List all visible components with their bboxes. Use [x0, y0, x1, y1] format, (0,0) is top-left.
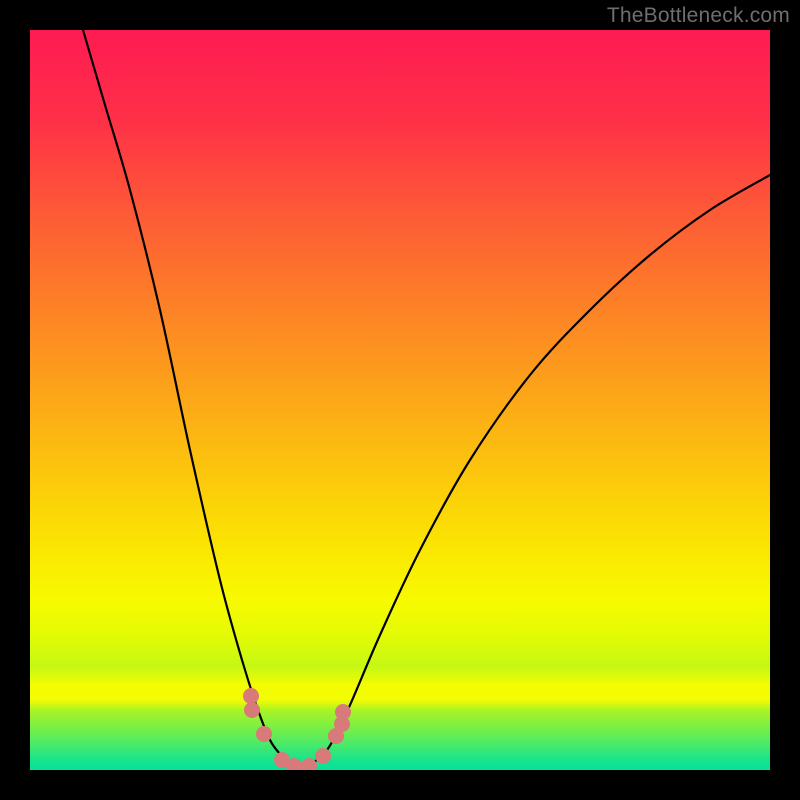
data-marker — [244, 702, 260, 718]
data-marker — [243, 688, 259, 704]
curve-path — [83, 30, 770, 767]
data-marker — [315, 748, 331, 764]
bottleneck-curve — [30, 30, 770, 770]
data-marker — [335, 704, 351, 720]
marker-group — [243, 688, 351, 770]
chart-frame: TheBottleneck.com — [0, 0, 800, 800]
plot-area — [30, 30, 770, 770]
data-marker — [256, 726, 272, 742]
data-marker — [301, 758, 317, 770]
watermark-text: TheBottleneck.com — [607, 4, 790, 28]
